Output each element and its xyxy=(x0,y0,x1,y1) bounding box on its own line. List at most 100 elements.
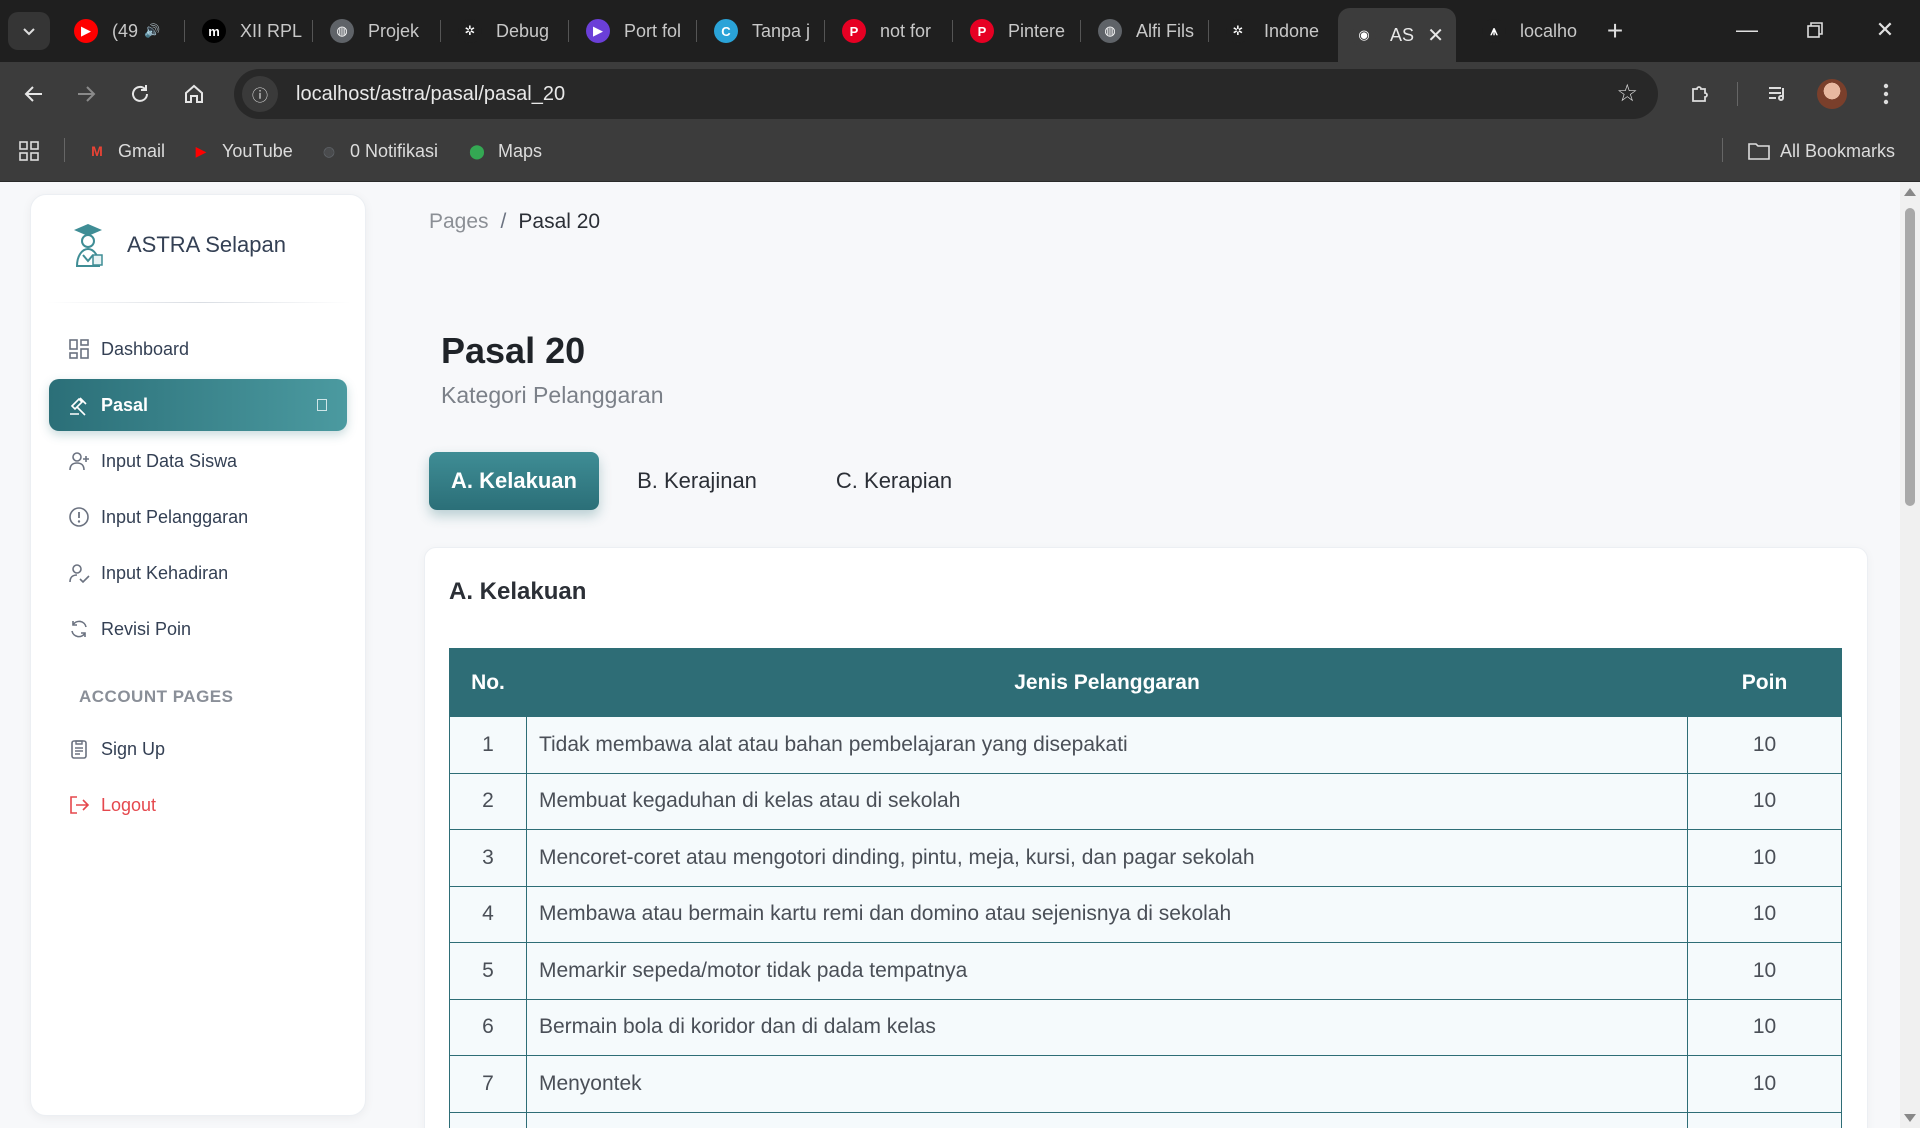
browser-tab-label: localho xyxy=(1520,20,1578,41)
bookmark-maps[interactable]: ⬤ Maps xyxy=(466,140,542,162)
toolbar-divider xyxy=(1737,82,1738,106)
sidebar-item-dashboard[interactable]: Dashboard xyxy=(49,323,347,375)
bookmarks-divider xyxy=(1722,138,1723,162)
new-tab-button[interactable]: + xyxy=(1598,14,1632,48)
browser-tab[interactable]: ◍ Alfi Fils xyxy=(1084,10,1202,52)
reload-button[interactable] xyxy=(120,74,160,114)
browser-tab[interactable]: ⩚ localho xyxy=(1468,10,1588,52)
clipboard-icon xyxy=(67,737,91,761)
sidebar-item-label: Pasal xyxy=(101,394,149,415)
scroll-down-icon[interactable] xyxy=(1904,1114,1916,1122)
page-title: Pasal 20 xyxy=(441,330,586,371)
browser-tab[interactable]: ✲ Debug xyxy=(444,10,562,52)
restore-icon xyxy=(1807,22,1823,38)
close-tab-icon[interactable]: ✕ xyxy=(1427,23,1444,48)
restore-button[interactable] xyxy=(1790,10,1840,50)
violation-description: Memarkir sepeda/motor tidak pada tempatn… xyxy=(525,942,1689,1000)
gavel-icon xyxy=(67,393,91,417)
browser-tab-label: Alfi Fils xyxy=(1136,20,1194,41)
globe-icon: ◍ xyxy=(1098,19,1122,43)
all-bookmarks-button[interactable]: All Bookmarks xyxy=(1748,140,1895,162)
sidebar-item-input-kehadiran[interactable]: Input Kehadiran xyxy=(49,547,347,599)
collapse-indicator-icon xyxy=(317,399,327,411)
violation-points: 10 xyxy=(1687,716,1842,774)
page-scrollbar[interactable] xyxy=(1900,182,1920,1128)
browser-tab[interactable]: ◍ Projek xyxy=(316,10,434,52)
folder-icon xyxy=(1748,140,1770,162)
close-window-button[interactable]: ✕ xyxy=(1860,10,1910,50)
media-button[interactable] xyxy=(1758,74,1798,114)
extensions-button[interactable] xyxy=(1680,74,1720,114)
pinterest-icon: P xyxy=(842,19,866,43)
violation-points: 10 xyxy=(1687,942,1842,1000)
back-button[interactable] xyxy=(14,74,54,114)
sidebar-item-logout[interactable]: Logout xyxy=(49,779,347,831)
browser-toolbar: ⓘ localhost/astra/pasal/pasal_20 ☆ xyxy=(0,62,1920,126)
tab-search-button[interactable] xyxy=(8,12,50,50)
browser-tab[interactable]: ◉ AS ✕ xyxy=(1338,8,1456,62)
address-bar[interactable]: ⓘ localhost/astra/pasal/pasal_20 ☆ xyxy=(234,69,1658,119)
breadcrumb-root-link[interactable]: Pages xyxy=(429,210,489,234)
more-vertical-icon xyxy=(1883,83,1889,105)
bookmark-0-notifikasi[interactable]: ◍ 0 Notifikasi xyxy=(318,140,438,162)
sidebar-item-label: Revisi Poin xyxy=(101,618,192,639)
tab-kerapian[interactable]: C. Kerapian xyxy=(795,452,993,510)
forward-button[interactable] xyxy=(66,74,106,114)
table-row: 2 Membuat kegaduhan di kelas atau di seko… xyxy=(449,772,1842,830)
openai-icon: ✲ xyxy=(458,19,482,43)
violation-description: Membuat kegaduhan di kelas atau di sekol… xyxy=(525,772,1689,830)
browser-tab[interactable]: P Pintere xyxy=(956,10,1074,52)
browser-tab[interactable]: m XII RPL xyxy=(188,10,306,52)
category-tabs: A. Kelakuan B. Kerajinan C. Kerapian xyxy=(429,452,993,510)
browser-tab[interactable]: Pnot for xyxy=(828,10,946,52)
minimize-button[interactable]: — xyxy=(1722,10,1772,50)
tab-separator xyxy=(696,20,697,42)
bookmark-gmail[interactable]: M Gmail xyxy=(86,140,165,162)
scrollbar-thumb[interactable] xyxy=(1905,208,1915,506)
video-icon: ▶ xyxy=(586,19,610,43)
site-info-icon[interactable]: ⓘ xyxy=(242,76,278,112)
browser-tab[interactable]: ✲ Indone xyxy=(1212,10,1330,52)
profile-button[interactable] xyxy=(1812,74,1852,114)
sidebar-item-input-data-siswa[interactable]: Input Data Siswa xyxy=(49,435,347,487)
row-number xyxy=(449,1111,527,1128)
tab-separator xyxy=(184,20,185,42)
chevron-down-icon xyxy=(23,28,35,36)
brand[interactable]: ASTRA Selapan xyxy=(69,221,286,269)
violation-description: Membawa atau bermain kartu remi dan domi… xyxy=(525,885,1689,943)
sidebar-item-sign-up[interactable]: Sign Up xyxy=(49,723,347,775)
logout-icon xyxy=(67,793,91,817)
browser-tab[interactable]: C Tanpa j xyxy=(700,10,818,52)
apps-grid-icon xyxy=(19,141,39,161)
speaker-icon[interactable]: 🔊 xyxy=(144,23,160,39)
tab-kelakuan[interactable]: A. Kelakuan xyxy=(429,452,599,510)
sidebar-item-input-pelanggaran[interactable]: Input Pelanggaran xyxy=(49,491,347,543)
home-button[interactable] xyxy=(174,74,214,114)
table-row: 3 Mencoret-coret atau mengotori dinding, … xyxy=(449,829,1842,887)
browser-tab[interactable]: ▶ Port fol xyxy=(572,10,690,52)
sidebar-item-pasal[interactable]: Pasal xyxy=(49,379,347,431)
browser-tab[interactable]: ▶ (49 🔊 xyxy=(60,10,178,52)
bookmark-star-icon[interactable]: ☆ xyxy=(1616,79,1638,108)
table-row: 4 Membawa atau bermain kartu remi dan dom… xyxy=(449,885,1842,943)
scroll-up-icon[interactable] xyxy=(1904,188,1916,196)
arrow-left-icon xyxy=(24,86,42,102)
sidebar-item-revisi-poin[interactable]: Revisi Poin xyxy=(49,603,347,655)
youtube-icon: ▶ xyxy=(195,142,207,159)
tab-separator xyxy=(824,20,825,42)
browser-tab-label: Tanpa j xyxy=(752,20,811,41)
reload-icon xyxy=(132,85,148,102)
section-heading: ACCOUNT PAGES xyxy=(79,687,234,706)
tab-separator xyxy=(568,20,569,42)
row-number: 3 xyxy=(449,829,527,887)
violation-description: Tidak membawa alat atau bahan pembelajar… xyxy=(525,716,1689,774)
bookmark-label: 0 Notifikasi xyxy=(350,140,439,161)
table-row: 7 Menyontek 10 xyxy=(449,1055,1842,1113)
refresh-icon xyxy=(67,617,91,641)
apps-button[interactable] xyxy=(18,140,40,162)
bookmark-youtube[interactable]: ▶ YouTube xyxy=(190,140,293,162)
browser-menu-button[interactable] xyxy=(1866,74,1906,114)
table-row: 5 Memarkir sepeda/motor tidak pada tempat… xyxy=(449,942,1842,1000)
tab-kerajinan[interactable]: B. Kerajinan xyxy=(599,452,795,510)
violation-description: Mencoret-coret atau mengotori dinding, p… xyxy=(525,829,1689,887)
